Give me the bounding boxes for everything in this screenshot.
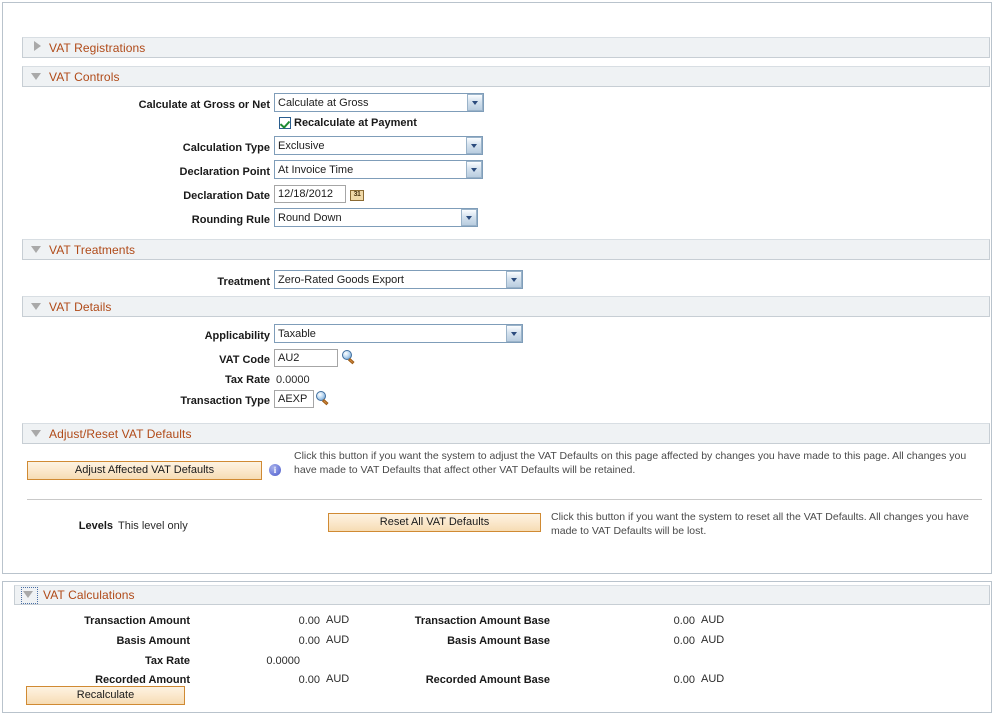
value-recorded-amount-base: 0.00 bbox=[595, 673, 695, 687]
chevron-down-icon[interactable] bbox=[31, 243, 44, 256]
chevron-down-icon[interactable] bbox=[506, 271, 522, 288]
label-recalculate-at-payment: Recalculate at Payment bbox=[294, 117, 417, 129]
select-calculation-type[interactable]: Exclusive bbox=[274, 136, 483, 155]
checkbox-recalculate-at-payment[interactable] bbox=[279, 117, 291, 129]
chevron-down-icon[interactable] bbox=[467, 94, 483, 111]
label-transaction-amount-base: Transaction Amount Base bbox=[345, 614, 550, 628]
value-levels: This level only bbox=[118, 519, 188, 533]
recalculate-button[interactable]: Recalculate bbox=[26, 686, 185, 705]
label-vat-code: VAT Code bbox=[100, 353, 270, 367]
select-value-rounding-rule: Round Down bbox=[278, 212, 461, 224]
value-recorded-amount: 0.00 bbox=[220, 673, 320, 687]
label-recorded-amount: Recorded Amount bbox=[30, 673, 190, 687]
label-transaction-type: Transaction Type bbox=[100, 394, 270, 408]
search-lookup-icon-transaction-type[interactable] bbox=[316, 391, 332, 407]
label-calculate-at-gross-or-net: Calculate at Gross or Net bbox=[70, 98, 270, 112]
label-treatment: Treatment bbox=[100, 275, 270, 289]
label-basis-amount-base: Basis Amount Base bbox=[345, 634, 550, 648]
select-value-calculation-type: Exclusive bbox=[278, 140, 466, 152]
adjust-affected-vat-defaults-button[interactable]: Adjust Affected VAT Defaults bbox=[27, 461, 262, 480]
label-declaration-date: Declaration Date bbox=[70, 189, 270, 203]
input-vat-code[interactable]: AU2 bbox=[274, 349, 338, 367]
select-value-applicability: Taxable bbox=[278, 328, 506, 340]
value-tax-rate: 0.0000 bbox=[276, 373, 310, 387]
section-header-vat-registrations[interactable]: VAT Registrations bbox=[22, 37, 990, 58]
currency-transaction-amount-base: AUD bbox=[701, 613, 724, 627]
chevron-down-icon[interactable] bbox=[21, 587, 38, 604]
checkbox-recalculate-at-payment-wrapper[interactable]: Recalculate at Payment bbox=[279, 117, 417, 129]
label-basis-amount: Basis Amount bbox=[30, 634, 190, 648]
label-declaration-point: Declaration Point bbox=[70, 165, 270, 179]
select-applicability[interactable]: Taxable bbox=[274, 324, 523, 343]
vat-defaults-page: VAT Defaults VAT Registrations VAT Contr… bbox=[0, 0, 994, 715]
label-tax-rate: Tax Rate bbox=[100, 373, 270, 387]
reset-help-text: Click this button if you want the system… bbox=[551, 511, 988, 538]
label-calculation-type: Calculation Type bbox=[70, 141, 270, 155]
section-header-adjust-reset-vat-defaults[interactable]: Adjust/Reset VAT Defaults bbox=[22, 423, 990, 444]
currency-recorded-amount-base: AUD bbox=[701, 672, 724, 686]
value-basis-amount-base: 0.00 bbox=[595, 634, 695, 648]
search-lookup-icon-vat-code[interactable] bbox=[342, 350, 358, 366]
adjust-help-text: Click this button if you want the system… bbox=[294, 450, 982, 477]
input-transaction-type[interactable]: AEXP bbox=[274, 390, 314, 408]
select-value-gross-or-net: Calculate at Gross bbox=[278, 97, 467, 109]
section-label-vat-registrations: VAT Registrations bbox=[49, 41, 145, 55]
chevron-down-icon[interactable] bbox=[31, 300, 44, 313]
chevron-down-icon[interactable] bbox=[506, 325, 522, 342]
calendar-icon[interactable]: 31 bbox=[350, 187, 364, 201]
label-levels: Levels bbox=[70, 519, 113, 533]
value-transaction-amount-base: 0.00 bbox=[595, 614, 695, 628]
chevron-down-icon[interactable] bbox=[31, 70, 44, 83]
select-declaration-point[interactable]: At Invoice Time bbox=[274, 160, 483, 179]
info-icon[interactable]: i bbox=[269, 464, 281, 476]
section-header-vat-details[interactable]: VAT Details bbox=[22, 296, 990, 317]
section-header-vat-treatments[interactable]: VAT Treatments bbox=[22, 239, 990, 260]
section-header-vat-calculations[interactable]: VAT Calculations bbox=[14, 585, 990, 605]
divider bbox=[27, 499, 982, 500]
section-label-adjust-reset-vat-defaults: Adjust/Reset VAT Defaults bbox=[49, 427, 192, 441]
chevron-down-icon[interactable] bbox=[461, 209, 477, 226]
section-label-vat-treatments: VAT Treatments bbox=[49, 243, 135, 257]
section-label-vat-details: VAT Details bbox=[49, 300, 111, 314]
select-rounding-rule[interactable]: Round Down bbox=[274, 208, 478, 227]
label-rounding-rule: Rounding Rule bbox=[70, 213, 270, 227]
label-recorded-amount-base: Recorded Amount Base bbox=[345, 673, 550, 687]
chevron-down-icon[interactable] bbox=[466, 137, 482, 154]
section-header-vat-controls[interactable]: VAT Controls bbox=[22, 66, 990, 87]
section-label-vat-calculations: VAT Calculations bbox=[43, 588, 135, 602]
label-transaction-amount: Transaction Amount bbox=[30, 614, 190, 628]
value-transaction-amount: 0.00 bbox=[220, 614, 320, 628]
magnifier-handle bbox=[348, 358, 354, 364]
select-treatment[interactable]: Zero-Rated Goods Export bbox=[274, 270, 523, 289]
currency-basis-amount-base: AUD bbox=[701, 633, 724, 647]
chevron-right-icon[interactable] bbox=[31, 41, 44, 54]
value-tax-rate-calc: 0.0000 bbox=[200, 654, 300, 668]
value-basis-amount: 0.00 bbox=[220, 634, 320, 648]
chevron-down-icon[interactable] bbox=[466, 161, 482, 178]
label-applicability: Applicability bbox=[100, 329, 270, 343]
label-tax-rate-calc: Tax Rate bbox=[30, 654, 190, 668]
select-value-declaration-point: At Invoice Time bbox=[278, 164, 466, 176]
input-declaration-date[interactable]: 12/18/2012 bbox=[274, 185, 346, 203]
chevron-down-icon[interactable] bbox=[31, 427, 44, 440]
reset-all-vat-defaults-button[interactable]: Reset All VAT Defaults bbox=[328, 513, 541, 532]
section-label-vat-controls: VAT Controls bbox=[49, 70, 120, 84]
select-value-treatment: Zero-Rated Goods Export bbox=[278, 274, 506, 286]
magnifier-handle bbox=[322, 399, 328, 405]
select-calculate-at-gross-or-net[interactable]: Calculate at Gross bbox=[274, 93, 484, 112]
